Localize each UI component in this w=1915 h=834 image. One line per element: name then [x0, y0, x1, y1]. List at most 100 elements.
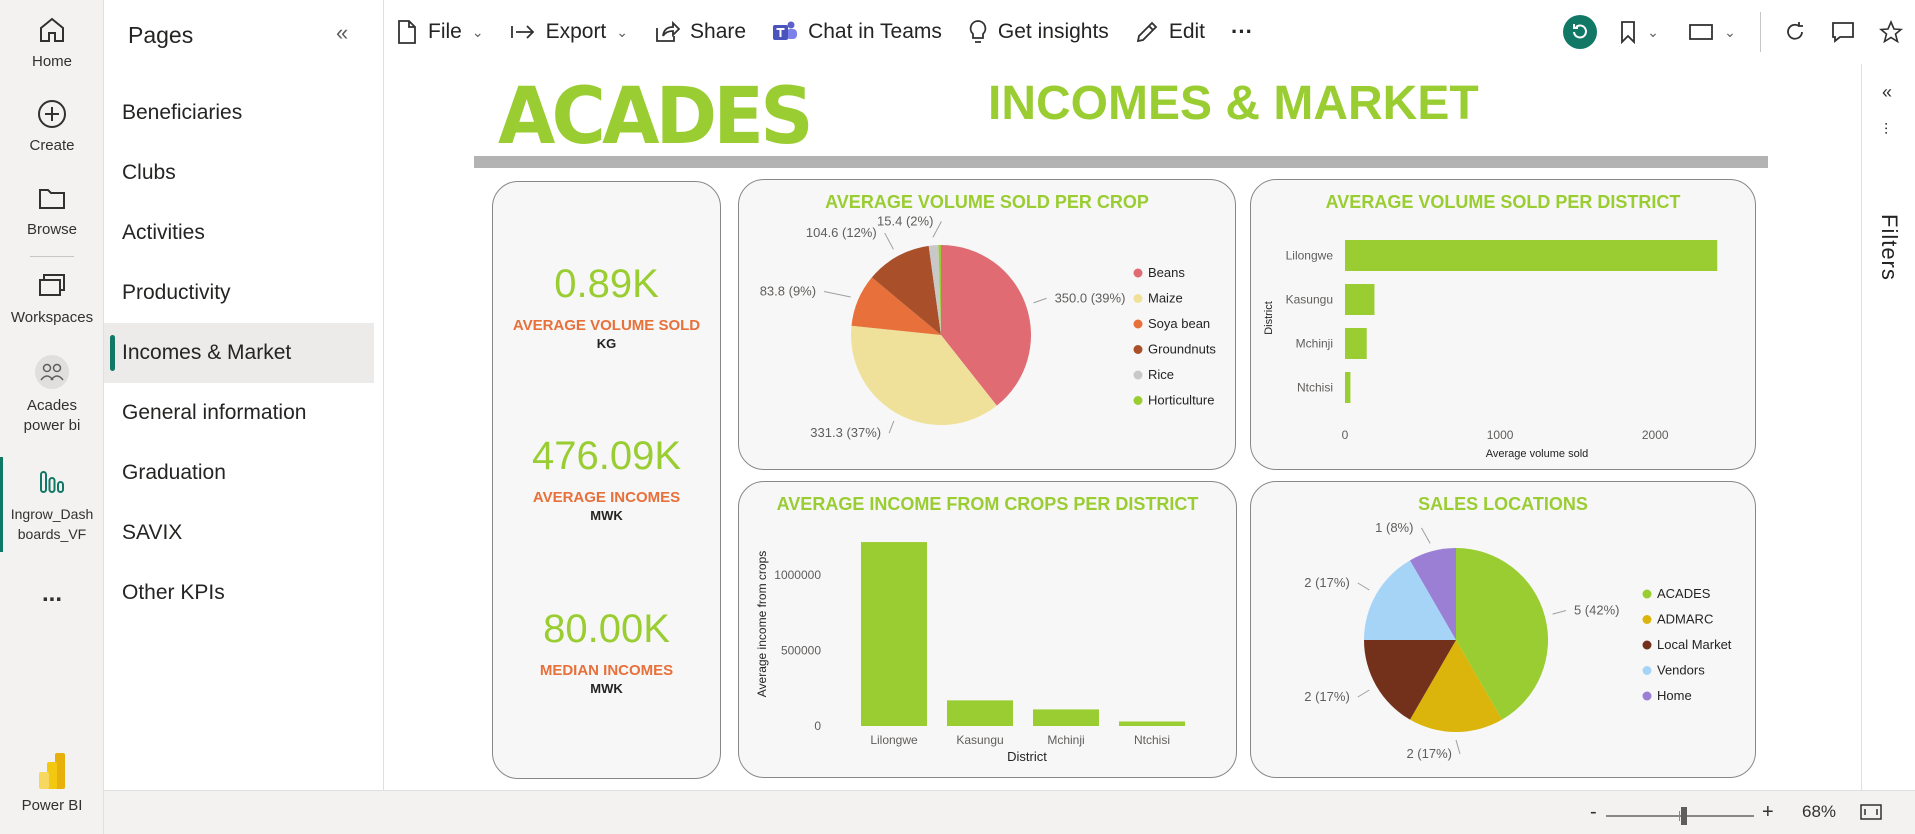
page-tab-other-kpis[interactable]: Other KPIs [104, 563, 374, 623]
expand-filters-icon[interactable]: « [1882, 82, 1892, 103]
bar-kasungu [1345, 284, 1375, 315]
y-tick-label: Kasungu [1286, 293, 1333, 307]
bar-lilongwe [861, 542, 927, 726]
powerbi-home[interactable]: Power BI [0, 752, 104, 816]
file-label: File [428, 20, 462, 43]
kpi-card[interactable]: 0.89K AVERAGE VOLUME SOLD KG 476.09K AVE… [492, 181, 721, 779]
home-icon [40, 17, 64, 42]
nav-rail: Home Create Browse Workspaces Acades pow… [0, 0, 104, 834]
x-tick-label: Kasungu [956, 733, 1003, 747]
zoom-slider-track[interactable] [1606, 807, 1754, 825]
data-label: 2 (17%) [1304, 689, 1350, 704]
legend-item-home: Home [1657, 688, 1692, 703]
file-icon [398, 20, 416, 44]
page-tab-clubs[interactable]: Clubs [104, 143, 374, 203]
nav-workspaces-label: Workspaces [10, 309, 94, 326]
workspaces-icon [39, 274, 65, 296]
more-label: ... [41, 580, 62, 607]
view-icon[interactable]: ⌄ [1674, 8, 1750, 56]
data-label-leader [1455, 739, 1461, 755]
chat-in-teams-button[interactable]: Chat in Teams [772, 19, 942, 45]
filter-toggle-icon[interactable]: ⫶ [1884, 122, 1888, 140]
data-label-leader [1421, 527, 1431, 544]
reset-icon[interactable] [1556, 8, 1604, 56]
page-tab-incomes-market[interactable]: Incomes & Market [104, 323, 374, 383]
legend-marker [1642, 666, 1652, 675]
bar-chart-income-per-district: 0 500000 1000000 Lilongwe Kasungu Mchinji Ntch… [755, 542, 1185, 764]
bar-kasungu [947, 700, 1013, 726]
page-tab-graduation[interactable]: Graduation [104, 443, 374, 503]
nav-acades-workspace[interactable]: Acades power bi [0, 354, 104, 436]
chevron-down-icon: ⌄ [1724, 23, 1736, 40]
nav-home[interactable]: Home [0, 14, 104, 72]
chart-card-volume-per-district[interactable]: AVERAGE VOLUME SOLD PER DISTRICT Lilongw… [1250, 179, 1756, 470]
filters-label[interactable]: Filters [1876, 214, 1902, 281]
refresh-icon[interactable] [1771, 8, 1819, 56]
nav-browse[interactable]: Browse [0, 182, 104, 240]
chevron-down-icon: ⌄ [471, 23, 484, 40]
zoom-slider-thumb[interactable] [1681, 807, 1688, 825]
legend-marker [1642, 615, 1652, 624]
legend-marker [1133, 396, 1143, 405]
y-axis-title: Average income from crops [755, 551, 769, 698]
page-tab-beneficiaries[interactable]: Beneficiaries [104, 83, 374, 143]
page-tab-productivity[interactable]: Productivity [104, 263, 374, 323]
report-title: INCOMES & MARKET [988, 77, 1479, 130]
more-icon[interactable]: ... [0, 580, 104, 607]
collapse-pages-icon[interactable]: « [336, 20, 348, 46]
legend-marker [1133, 345, 1143, 354]
bookmark-icon[interactable]: ⌄ [1604, 8, 1674, 56]
data-label: 1 (8%) [1375, 520, 1413, 535]
page-tab-activities[interactable]: Activities [104, 203, 374, 263]
teams-icon [773, 21, 798, 40]
page-tab-general-information[interactable]: General information [104, 383, 374, 443]
favorite-star-icon[interactable] [1867, 8, 1915, 56]
kpi-value-median-income: 80.00K [543, 607, 670, 651]
data-label: 350.0 (39%) [1055, 290, 1126, 305]
zoom-in-button[interactable]: + [1762, 801, 1774, 824]
data-label-leader [1357, 582, 1370, 591]
export-menu-button[interactable]: Export ⌄ [510, 20, 628, 44]
lightbulb-icon [969, 20, 987, 43]
kpi-label-median-income: MEDIAN INCOMES [539, 662, 674, 679]
data-label: 15.4 (2%) [877, 213, 933, 228]
legend-item-horticulture: Horticulture [1148, 393, 1214, 408]
x-tick-label: 0 [1342, 428, 1349, 442]
data-label-leader [823, 291, 851, 298]
file-menu-button[interactable]: File ⌄ [396, 19, 484, 45]
zoom-level[interactable]: 68% [1802, 802, 1836, 822]
chevron-down-icon: ⌄ [616, 23, 629, 40]
kpi-value-avg-income: 476.09K [531, 434, 682, 478]
title-divider-bar [474, 156, 1768, 168]
chart-card-income-per-district[interactable]: AVERAGE INCOME FROM CROPS PER DISTRICT 0… [738, 481, 1237, 778]
nav-workspaces[interactable]: Workspaces [0, 270, 104, 328]
data-label-leader [1552, 610, 1567, 615]
chart-card-sales-locations[interactable]: SALES LOCATIONS 5 (42%) 2 (17%) 2 (17%) 2 (… [1250, 481, 1756, 778]
legend-item-maize: Maize [1148, 291, 1183, 306]
kpi-unit-volume: KG [596, 336, 617, 351]
nav-create[interactable]: Create [0, 98, 104, 156]
page-tab-savix[interactable]: SAVIX [104, 503, 374, 563]
get-insights-button[interactable]: Get insights [968, 19, 1109, 45]
edit-button[interactable]: Edit [1135, 20, 1205, 44]
pie-chart-sales-locations: 5 (42%) 2 (17%) 2 (17%) 2 (17%) 1 (8%) ACADES… [1304, 520, 1732, 761]
legend-marker [1133, 294, 1143, 303]
share-button[interactable]: Share [654, 20, 746, 44]
export-label: Export [545, 20, 607, 43]
comment-icon[interactable] [1819, 8, 1867, 56]
nav-current-report[interactable]: Ingrow_Dashboards_VF [0, 466, 104, 544]
chevron-down-icon: ⌄ [1647, 23, 1659, 40]
bar-lilongwe [1345, 240, 1718, 271]
bar-mchinji [1345, 328, 1367, 359]
zoom-out-button[interactable]: - [1590, 801, 1597, 824]
chart-card-volume-per-crop[interactable]: AVERAGE VOLUME SOLD PER CROP 350.0 (39%)… [738, 179, 1236, 470]
more-options-button[interactable]: ··· [1231, 19, 1253, 45]
bar-mchinji [1033, 709, 1099, 726]
powerbi-app: Home Create Browse Workspaces Acades pow… [0, 0, 1915, 834]
y-axis-title: District [1263, 301, 1275, 335]
x-tick-label: 2000 [1642, 428, 1669, 442]
pages-title: Pages [128, 22, 194, 48]
edit-label: Edit [1168, 20, 1205, 43]
y-tick-label: Mchinji [1296, 337, 1333, 351]
fit-to-page-icon[interactable] [1860, 803, 1882, 821]
